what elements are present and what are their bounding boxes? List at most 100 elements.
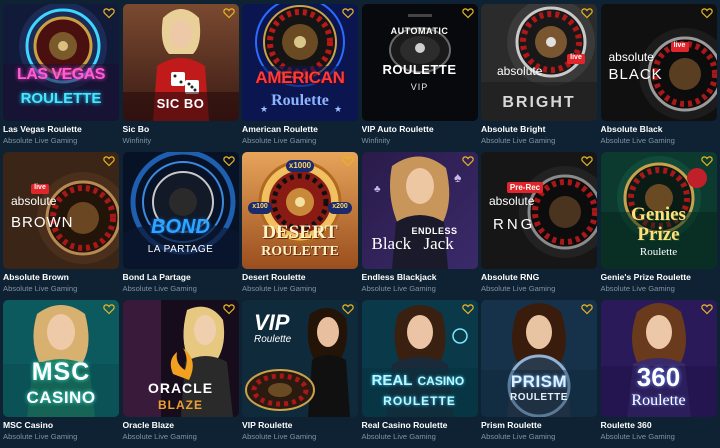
game-thumbnail[interactable]: BOND LA PARTAGE	[122, 152, 239, 269]
game-tile[interactable]: LAS VEGAS ROULETTE Las Vegas Roulette Ab…	[3, 4, 119, 152]
heart-outline-icon[interactable]	[581, 303, 593, 315]
heart-outline-icon[interactable]	[342, 303, 354, 315]
heart-outline-icon[interactable]	[342, 7, 354, 19]
game-thumbnail[interactable]: PRISM ROULETTE	[481, 300, 597, 417]
game-thumbnail[interactable]: Genies Prize Roulette	[600, 152, 717, 269]
thumbnail-art	[122, 300, 239, 417]
game-grid: LAS VEGAS ROULETTE Las Vegas Roulette Ab…	[0, 0, 720, 444]
game-tile[interactable]: AUTOMATIC ROULETTE VIP VIP Auto Roulette…	[361, 4, 478, 152]
heart-outline-icon[interactable]	[581, 155, 593, 167]
game-tile[interactable]: PRISM ROULETTE Prism Roulette Absolute L…	[481, 300, 597, 448]
game-title[interactable]: Absolute Bright	[481, 124, 597, 135]
game-tile[interactable]: ★ ★ AMERICAN Roulette American Roulette …	[242, 4, 358, 152]
game-thumbnail[interactable]: AUTOMATIC ROULETTE VIP	[361, 4, 478, 121]
game-provider: Absolute Live Gaming	[3, 432, 78, 441]
game-tile[interactable]: SIC BO Sic Bo Winfinity	[122, 4, 239, 152]
game-title[interactable]: Oracle Blaze	[123, 420, 239, 431]
game-thumbnail[interactable]: 360 Roulette	[600, 300, 717, 417]
thumbnail-art: ★ ★	[242, 4, 358, 121]
game-thumbnail[interactable]: SIC BO	[122, 4, 239, 121]
game-tile[interactable]: REAL CASINO ROULETTE Real Casino Roulett…	[361, 300, 478, 448]
svg-text:★: ★	[334, 104, 342, 114]
game-thumbnail[interactable]: ♠ ♣ ENDLESS Black Jack	[361, 152, 478, 269]
game-thumbnail[interactable]: Pre-Rec absolute RNG	[481, 152, 597, 269]
heart-outline-icon[interactable]	[342, 155, 354, 167]
game-thumbnail[interactable]: live absolute BROWN	[3, 152, 119, 269]
thumbnail-art	[600, 152, 717, 269]
heart-outline-icon[interactable]	[581, 7, 593, 19]
game-thumbnail[interactable]: REAL CASINO ROULETTE	[361, 300, 478, 417]
game-tile[interactable]: live absolute BROWN Absolute Brown Absol…	[3, 152, 119, 300]
game-thumbnail[interactable]: LAS VEGAS ROULETTE	[3, 4, 119, 121]
game-title[interactable]: Absolute RNG	[481, 272, 597, 283]
game-provider: Absolute Live Gaming	[600, 136, 675, 145]
game-title[interactable]: Genie's Prize Roulette	[601, 272, 717, 283]
game-title[interactable]: Prism Roulette	[481, 420, 597, 431]
game-provider: Absolute Live Gaming	[242, 284, 317, 293]
heart-outline-icon[interactable]	[700, 303, 713, 315]
game-provider: Absolute Live Gaming	[242, 136, 317, 145]
game-tile[interactable]: BOND LA PARTAGE Bond La Partage Absolute…	[122, 152, 239, 300]
game-thumbnail[interactable]: ★ ★ AMERICAN Roulette	[242, 4, 358, 121]
game-tile[interactable]: live absolute BLACK Absolute Black Absol…	[600, 4, 717, 152]
thumbnail-art	[481, 4, 597, 121]
game-provider: Winfinity	[122, 136, 152, 145]
game-title[interactable]: American Roulette	[242, 124, 358, 135]
game-thumbnail[interactable]: ORACLE BLAZE	[122, 300, 239, 417]
game-provider: Absolute Live Gaming	[3, 284, 78, 293]
thumbnail-art	[3, 4, 119, 121]
thumbnail-art	[361, 300, 478, 417]
game-tile[interactable]: x1000 x100 x200 DESERT ROULETTE Desert R…	[242, 152, 358, 300]
thumbnail-art	[600, 4, 717, 121]
game-title[interactable]: Sic Bo	[123, 124, 239, 135]
game-title[interactable]: Las Vegas Roulette	[3, 124, 119, 135]
game-tile[interactable]: Pre-Rec absolute RNG Absolute RNG Absolu…	[481, 152, 597, 300]
game-title[interactable]: Absolute Black	[601, 124, 717, 135]
heart-outline-icon[interactable]	[700, 155, 713, 167]
thumbnail-art	[361, 4, 478, 121]
game-provider: Absolute Live Gaming	[361, 432, 436, 441]
heart-outline-icon[interactable]	[700, 7, 713, 19]
game-provider: Absolute Live Gaming	[122, 432, 197, 441]
heart-outline-icon[interactable]	[461, 7, 474, 19]
game-title[interactable]: Absolute Brown	[3, 272, 119, 283]
thumbnail-art	[600, 300, 717, 417]
game-title[interactable]: VIP Auto Roulette	[362, 124, 478, 135]
game-thumbnail[interactable]: MSC CASINO	[3, 300, 119, 417]
game-thumbnail[interactable]: x1000 x100 x200 DESERT ROULETTE	[242, 152, 358, 269]
game-tile[interactable]: MSC CASINO MSC Casino Absolute Live Gami…	[3, 300, 119, 448]
game-provider: Absolute Live Gaming	[242, 432, 317, 441]
game-title[interactable]: Real Casino Roulette	[362, 420, 478, 431]
game-tile[interactable]: VIP Roulette VIP Roulette Absolute Live …	[242, 300, 358, 448]
heart-outline-icon[interactable]	[222, 7, 235, 19]
heart-outline-icon[interactable]	[461, 303, 474, 315]
game-provider: Absolute Live Gaming	[481, 284, 556, 293]
svg-text:♠: ♠	[454, 169, 462, 185]
game-thumbnail[interactable]: live absolute BLACK	[600, 4, 717, 121]
heart-outline-icon[interactable]	[103, 303, 115, 315]
game-thumbnail[interactable]: VIP Roulette	[242, 300, 358, 417]
game-tile[interactable]: 360 Roulette Roulette 360 Absolute Live …	[600, 300, 717, 448]
game-title[interactable]: Roulette 360	[601, 420, 717, 431]
game-title[interactable]: VIP Roulette	[242, 420, 358, 431]
game-provider: Absolute Live Gaming	[3, 136, 78, 145]
thumbnail-art	[481, 300, 597, 417]
thumbnail-art	[3, 300, 119, 417]
game-tile[interactable]: ORACLE BLAZE Oracle Blaze Absolute Live …	[122, 300, 239, 448]
heart-outline-icon[interactable]	[222, 155, 235, 167]
game-title[interactable]: Endless Blackjack	[362, 272, 478, 283]
game-title[interactable]: MSC Casino	[3, 420, 119, 431]
heart-outline-icon[interactable]	[103, 155, 115, 167]
thumbnail-art	[481, 152, 597, 269]
game-tile[interactable]: live absolute BRIGHT Absolute Bright Abs…	[481, 4, 597, 152]
game-provider: Winfinity	[361, 136, 391, 145]
game-title[interactable]: Bond La Partage	[123, 272, 239, 283]
heart-outline-icon[interactable]	[222, 303, 235, 315]
game-tile[interactable]: ♠ ♣ ENDLESS Black Jack Endless Blackjack…	[361, 152, 478, 300]
heart-outline-icon[interactable]	[461, 155, 474, 167]
game-provider: Absolute Live Gaming	[600, 284, 675, 293]
game-title[interactable]: Desert Roulette	[242, 272, 358, 283]
heart-outline-icon[interactable]	[103, 7, 115, 19]
game-thumbnail[interactable]: live absolute BRIGHT	[481, 4, 597, 121]
game-tile[interactable]: Genies Prize Roulette Genie's Prize Roul…	[600, 152, 717, 300]
